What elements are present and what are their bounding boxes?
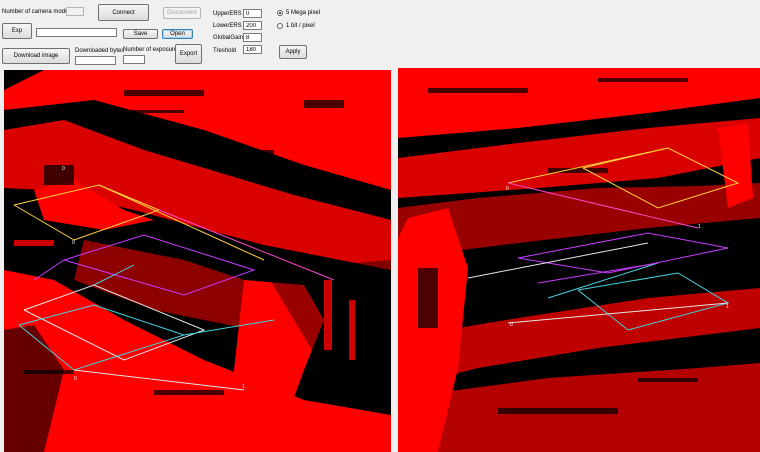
exposures-field[interactable] — [123, 55, 145, 64]
apply-button[interactable]: Apply — [279, 45, 307, 59]
exp-button[interactable]: Exp — [2, 23, 32, 39]
camera-count-label: Number of camera module: — [2, 9, 75, 15]
left-camera-image: 0 0 1 0 — [4, 70, 391, 452]
global-gain-field[interactable] — [243, 33, 262, 42]
disconnect-button[interactable]: Disconnect — [163, 7, 201, 19]
path-field[interactable] — [36, 28, 117, 37]
svg-text:1: 1 — [698, 224, 701, 230]
global-gain-label: GlobalGain — [213, 35, 244, 41]
open-button[interactable]: Open — [162, 29, 193, 39]
radio-unselected-icon — [277, 23, 283, 29]
svg-text:1: 1 — [726, 304, 729, 310]
svg-text:0: 0 — [510, 322, 513, 328]
connect-button[interactable]: Connect — [98, 4, 149, 21]
mode-5mp-label: 5 Mega pixel — [286, 10, 321, 16]
svg-text:0: 0 — [506, 186, 509, 192]
mode-1bit-radio[interactable]: 1 bit / pixel — [277, 23, 315, 29]
lower-ers-label: LowerERS — [213, 23, 242, 29]
exposures-label: Number of exposures: — [123, 47, 183, 53]
svg-text:0: 0 — [72, 240, 75, 246]
mode-1bit-label: 1 bit / pixel — [286, 23, 315, 29]
right-camera-image: 0 0 1 1 — [398, 68, 760, 452]
radio-selected-icon — [277, 10, 283, 16]
left-camera-view: 0 0 1 0 — [4, 70, 391, 452]
downloaded-bytes-label: Downloaded bytes — [75, 48, 125, 54]
lower-ers-field[interactable] — [243, 21, 262, 30]
camera-count-field[interactable] — [66, 7, 84, 16]
svg-text:0: 0 — [74, 376, 77, 382]
right-camera-view: 0 0 1 1 — [398, 68, 760, 452]
downloaded-bytes-field[interactable] — [75, 56, 116, 65]
mode-5mp-radio[interactable]: 5 Mega pixel — [277, 10, 320, 16]
threshold-field[interactable] — [243, 45, 262, 54]
upper-ers-label: UpperERS — [213, 11, 242, 17]
svg-text:1: 1 — [242, 384, 245, 390]
download-image-button[interactable]: Download image — [2, 48, 70, 64]
save-button[interactable]: Save — [123, 29, 158, 39]
export-button[interactable]: Export — [175, 44, 202, 64]
upper-ers-field[interactable] — [243, 9, 262, 18]
threshold-label: Treshold — [213, 48, 237, 54]
svg-text:0: 0 — [62, 166, 65, 172]
